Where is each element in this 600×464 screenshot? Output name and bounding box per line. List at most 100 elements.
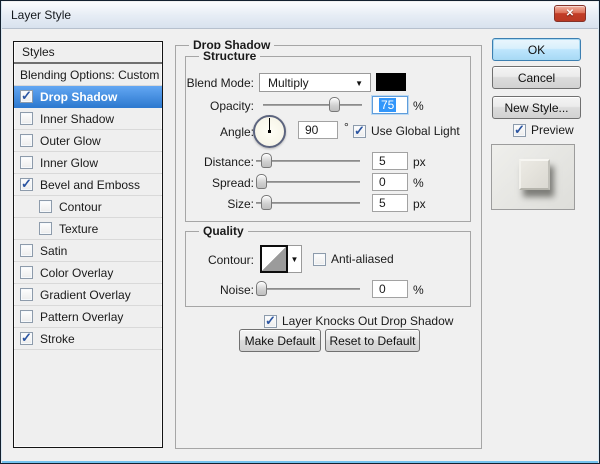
spread-label: Spread: [211, 176, 254, 190]
check-icon: ✓ [265, 312, 276, 328]
ok-label: OK [527, 42, 546, 57]
check-icon: ✓ [21, 88, 32, 103]
opacity-label: Opacity: [209, 99, 254, 113]
check-icon: ✓ [21, 330, 32, 345]
title-bar[interactable]: Layer Style ✕ [2, 2, 598, 29]
drop-shadow-checkbox[interactable]: ✓ [20, 88, 33, 103]
inner-shadow-checkbox[interactable]: ✓ [20, 112, 33, 125]
check-icon: ✓ [354, 122, 365, 138]
sidebar-item-bevel-and-emboss[interactable]: ✓ Bevel and Emboss [14, 174, 162, 196]
noise-label: Noise: [219, 283, 254, 297]
chevron-down-icon: ▼ [355, 79, 363, 88]
sidebar-item-satin[interactable]: ✓ Satin [14, 240, 162, 262]
check-icon: ✓ [514, 121, 525, 137]
anti-aliased-label: Anti-aliased [331, 252, 394, 266]
noise-slider-thumb[interactable] [256, 281, 267, 296]
quality-group-label: Quality [199, 224, 248, 238]
sidebar-item-outer-glow[interactable]: ✓ Outer Glow [14, 130, 162, 152]
noise-slider[interactable] [256, 281, 360, 297]
angle-field[interactable]: 90 [298, 121, 338, 139]
opacity-unit: % [413, 99, 424, 113]
opacity-slider[interactable] [263, 97, 362, 113]
spread-slider-rail [256, 181, 360, 183]
layer-knocks-out-label: Layer Knocks Out Drop Shadow [282, 314, 454, 328]
angle-value: 90 [305, 123, 319, 137]
size-slider[interactable] [256, 195, 360, 211]
use-global-light-label: Use Global Light [371, 124, 460, 138]
ok-button[interactable]: OK [492, 38, 581, 61]
sidebar-item-inner-glow[interactable]: ✓ Inner Glow [14, 152, 162, 174]
size-slider-thumb[interactable] [261, 195, 272, 210]
gradient-overlay-checkbox[interactable]: ✓ [20, 288, 33, 301]
spread-field[interactable]: 0 [372, 173, 408, 191]
inner-glow-checkbox[interactable]: ✓ [20, 156, 33, 169]
opacity-slider-thumb[interactable] [329, 97, 340, 112]
check-icon: ✓ [21, 176, 32, 191]
sidebar-item-label: Inner Glow [40, 155, 99, 170]
reset-to-default-label: Reset to Default [329, 333, 416, 348]
size-value: 5 [379, 196, 386, 210]
contour-thumbnail[interactable] [260, 245, 288, 273]
layer-knocks-out-row: ✓ Layer Knocks Out Drop Shadow [264, 312, 454, 328]
styles-header: Styles [14, 42, 162, 63]
use-global-light-row: ✓ Use Global Light [353, 122, 460, 138]
noise-field[interactable]: 0 [372, 280, 408, 298]
bevel-emboss-checkbox[interactable]: ✓ [20, 176, 33, 191]
outer-glow-checkbox[interactable]: ✓ [20, 134, 33, 147]
cancel-label: Cancel [517, 70, 556, 85]
sidebar-item-stroke[interactable]: ✓ Stroke [14, 328, 162, 350]
spread-value: 0 [379, 175, 386, 189]
color-overlay-checkbox[interactable]: ✓ [20, 266, 33, 279]
size-field[interactable]: 5 [372, 194, 408, 212]
contour-picker-label: Contour: [207, 253, 254, 267]
spread-slider[interactable] [256, 174, 360, 190]
blend-mode-select[interactable]: Multiply ▼ [259, 73, 371, 92]
angle-dial[interactable] [253, 115, 286, 148]
sidebar-item-drop-shadow[interactable]: ✓ Drop Shadow [14, 86, 162, 108]
styles-panel: Styles Blending Options: Custom ✓ Drop S… [13, 41, 163, 448]
sidebar-item-label: Drop Shadow [40, 89, 118, 104]
use-global-light-checkbox[interactable]: ✓ [353, 122, 366, 138]
window-title: Layer Style [11, 8, 72, 22]
preview-label: Preview [531, 123, 574, 137]
close-button[interactable]: ✕ [554, 5, 586, 22]
pattern-overlay-checkbox[interactable]: ✓ [20, 310, 33, 323]
contour-checkbox[interactable]: ✓ [39, 200, 52, 213]
distance-slider-thumb[interactable] [261, 153, 272, 168]
distance-field[interactable]: 5 [372, 152, 408, 170]
sidebar-item-texture[interactable]: ✓ Texture [14, 218, 162, 240]
cancel-button[interactable]: Cancel [492, 66, 581, 89]
sidebar-item-pattern-overlay[interactable]: ✓ Pattern Overlay [14, 306, 162, 328]
new-style-label: New Style... [504, 100, 569, 115]
anti-aliased-checkbox[interactable]: ✓ [313, 252, 326, 266]
distance-unit: px [413, 155, 426, 169]
sidebar-item-color-overlay[interactable]: ✓ Color Overlay [14, 262, 162, 284]
sidebar-item-gradient-overlay[interactable]: ✓ Gradient Overlay [14, 284, 162, 306]
noise-unit: % [413, 283, 424, 297]
angle-label: Angle: [219, 125, 254, 139]
layer-knocks-out-checkbox[interactable]: ✓ [264, 312, 277, 328]
shadow-color-swatch[interactable] [376, 73, 406, 91]
satin-checkbox[interactable]: ✓ [20, 244, 33, 257]
texture-checkbox[interactable]: ✓ [39, 222, 52, 235]
sidebar-item-label: Contour [59, 199, 102, 214]
make-default-button[interactable]: Make Default [239, 329, 321, 352]
opacity-field[interactable]: 75 [372, 96, 408, 114]
sidebar-item-inner-shadow[interactable]: ✓ Inner Shadow [14, 108, 162, 130]
blend-mode-value: Multiply [268, 75, 309, 90]
spread-slider-thumb[interactable] [256, 174, 267, 189]
sidebar-item-label: Texture [59, 221, 99, 236]
distance-slider[interactable] [256, 153, 360, 169]
sidebar-item-label: Gradient Overlay [40, 287, 131, 302]
preview-checkbox[interactable]: ✓ [513, 121, 526, 137]
stroke-checkbox[interactable]: ✓ [20, 330, 33, 345]
distance-label: Distance: [203, 155, 254, 169]
new-style-button[interactable]: New Style... [492, 96, 581, 119]
layer-style-dialog: Layer Style ✕ Styles Blending Options: C… [0, 0, 600, 464]
sidebar-item-contour[interactable]: ✓ Contour [14, 196, 162, 218]
contour-dropdown-arrow[interactable]: ▼ [288, 245, 302, 273]
opacity-value: 75 [379, 98, 397, 112]
reset-to-default-button[interactable]: Reset to Default [325, 329, 420, 352]
sidebar-item-label: Outer Glow [40, 133, 101, 148]
sidebar-item-blending-options[interactable]: Blending Options: Custom [14, 64, 162, 86]
